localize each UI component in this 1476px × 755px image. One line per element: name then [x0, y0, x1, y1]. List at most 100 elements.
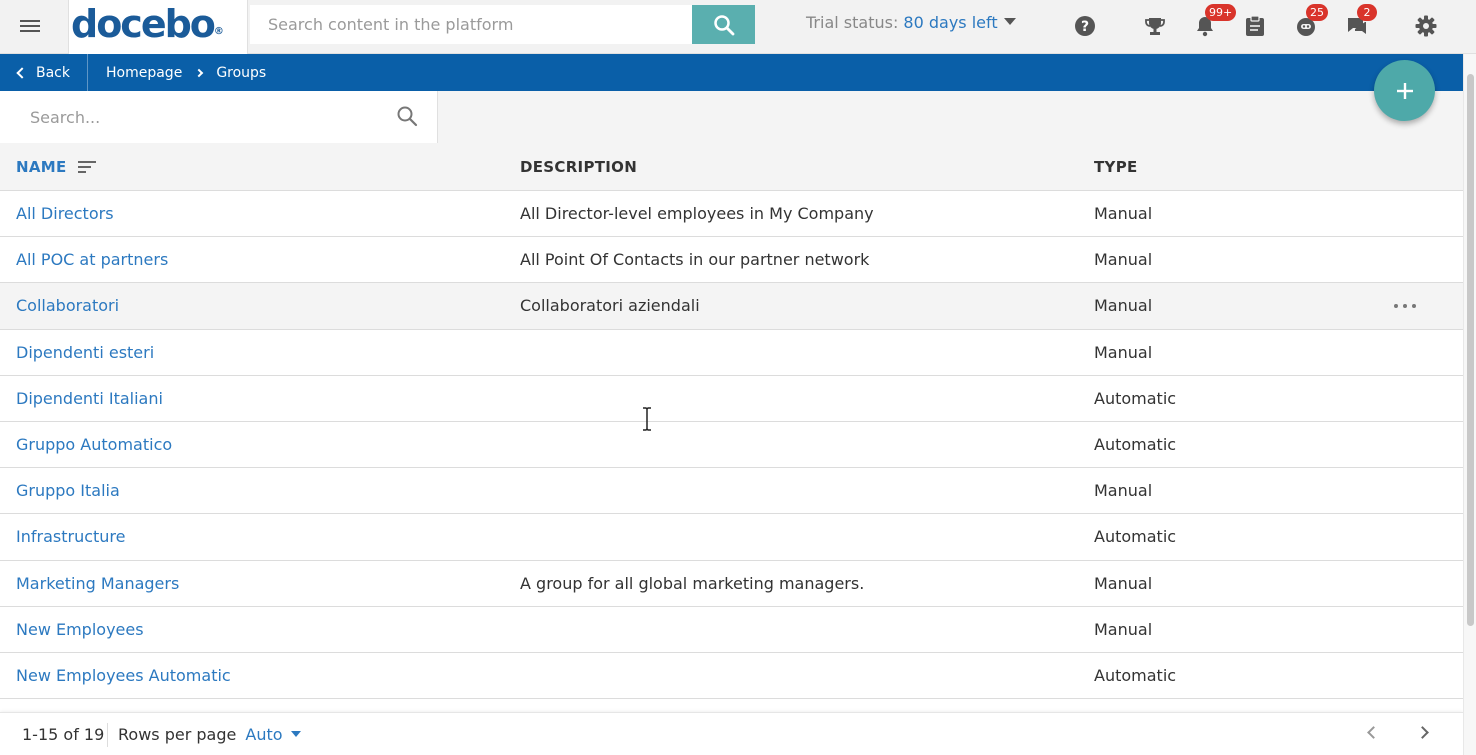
pagination-range: 1-15 of 19: [22, 725, 105, 744]
group-type: Manual: [1094, 619, 1153, 639]
group-name-link[interactable]: New Employees: [16, 607, 144, 653]
coach-button[interactable]: 25: [1292, 4, 1328, 40]
search-icon: [713, 14, 734, 35]
groups-table: NAME DESCRIPTION TYPE All Directors All D…: [0, 143, 1463, 700]
group-type: Manual: [1094, 342, 1153, 362]
trial-days-left: 80 days left: [903, 13, 998, 32]
more-actions-icon[interactable]: [1394, 301, 1416, 311]
global-search-button[interactable]: [692, 5, 755, 44]
rows-per-page-label: Rows per page: [118, 725, 237, 744]
chevron-left-icon: [1367, 726, 1380, 739]
menu-icon[interactable]: [14, 14, 46, 38]
group-type: Automatic: [1094, 388, 1177, 408]
group-type: Manual: [1094, 204, 1153, 223]
trial-status-dropdown[interactable]: Trial status: 80 days left: [806, 13, 1016, 32]
logo-mark: ®: [213, 26, 224, 37]
breadcrumb-bar: Back Homepage Groups: [0, 54, 1463, 91]
table-row[interactable]: Collaboratori Collaboratori aziendali Manu…: [0, 283, 1463, 330]
scrollbar-thumb[interactable]: [1467, 74, 1474, 626]
rows-per-page: Rows per page Auto: [118, 725, 301, 744]
group-type: Manual: [1094, 573, 1153, 593]
group-type: Manual: [1094, 296, 1153, 316]
group-description: All Director-level employees in My Compa…: [520, 204, 874, 223]
rows-per-page-select[interactable]: Auto: [245, 725, 301, 744]
group-type: Automatic: [1094, 527, 1177, 547]
previous-page-button[interactable]: [1366, 726, 1380, 740]
trial-status-label: Trial status:: [806, 13, 904, 32]
column-header-type: TYPE: [1094, 158, 1138, 176]
group-type: Manual: [1094, 250, 1153, 270]
logo: docebo®: [71, 2, 224, 46]
table-row[interactable]: Dipendenti Italiani Automatic: [0, 375, 1463, 422]
group-name-link[interactable]: Infrastructure: [16, 514, 125, 560]
back-label: Back: [36, 64, 70, 81]
table-row[interactable]: Marketing Managers A group for all global…: [0, 560, 1463, 607]
next-page-button[interactable]: [1416, 726, 1430, 740]
add-group-button[interactable]: [1374, 60, 1435, 121]
group-search-container: [0, 91, 438, 143]
clipboard-icon: [1246, 15, 1264, 36]
achievements-button[interactable]: [1141, 12, 1169, 40]
table-body: All Directors All Director-level employee…: [0, 191, 1463, 700]
column-header-description: DESCRIPTION: [520, 158, 638, 176]
group-name-link[interactable]: Collaboratori: [16, 283, 119, 329]
table-row[interactable]: All POC at partners All Point Of Contacts…: [0, 237, 1463, 284]
chevron-left-icon: [16, 66, 28, 79]
group-type: Manual: [1094, 481, 1153, 501]
breadcrumb: Homepage Groups: [106, 54, 266, 91]
vertical-scrollbar[interactable]: [1463, 54, 1476, 755]
group-description: All Point Of Contacts in our partner net…: [520, 250, 870, 270]
logo-text: docebo: [71, 2, 216, 46]
group-name-link[interactable]: All POC at partners: [16, 237, 168, 283]
messages-badge: 2: [1357, 4, 1377, 21]
help-button[interactable]: ?: [1071, 12, 1099, 40]
group-name-link[interactable]: Dipendenti Italiani: [16, 376, 163, 422]
table-row[interactable]: New Employees Manual: [0, 606, 1463, 653]
group-name-link[interactable]: New Employees Automatic: [16, 653, 231, 699]
notifications-button[interactable]: 99+: [1191, 4, 1237, 40]
chevron-right-icon: [1416, 726, 1429, 739]
group-description: Collaboratori aziendali: [520, 296, 700, 316]
back-button[interactable]: Back: [0, 54, 88, 91]
table-row[interactable]: All Directors All Director-level employee…: [0, 191, 1463, 238]
assignments-button[interactable]: [1241, 12, 1269, 40]
logo-container[interactable]: docebo®: [68, 0, 248, 54]
rows-per-page-value: Auto: [245, 725, 283, 744]
notifications-badge: 99+: [1205, 4, 1237, 21]
group-search-input[interactable]: [14, 97, 384, 137]
group-search-button[interactable]: [394, 103, 420, 129]
group-type: Automatic: [1094, 434, 1177, 454]
search-icon: [397, 106, 418, 127]
table-row[interactable]: New Employees Automatic Automatic: [0, 652, 1463, 700]
global-search-input[interactable]: [250, 5, 692, 44]
group-name-link[interactable]: Dipendenti esteri: [16, 330, 154, 376]
footer-divider: [107, 723, 108, 747]
settings-button[interactable]: [1412, 12, 1440, 40]
breadcrumb-homepage[interactable]: Homepage: [106, 65, 182, 81]
sort-icon[interactable]: [78, 161, 96, 173]
gear-icon: [1415, 15, 1437, 37]
messages-button[interactable]: 2: [1343, 4, 1377, 40]
group-name-link[interactable]: Gruppo Italia: [16, 468, 120, 514]
group-description: A group for all global marketing manager…: [520, 573, 865, 593]
table-row[interactable]: Infrastructure Automatic: [0, 514, 1463, 561]
chevron-right-icon: [195, 68, 204, 77]
group-name-link[interactable]: All Directors: [16, 191, 114, 237]
help-icon: ?: [1075, 16, 1095, 36]
group-type: Automatic: [1094, 665, 1177, 685]
filter-bar: [0, 91, 1463, 143]
table-row[interactable]: Gruppo Italia Manual: [0, 468, 1463, 515]
table-row[interactable]: Dipendenti esteri Manual: [0, 329, 1463, 376]
column-header-name[interactable]: NAME: [16, 143, 67, 191]
top-bar: docebo® Trial status: 80 days left ? 99+…: [0, 0, 1476, 54]
plus-icon: [1396, 82, 1413, 99]
coach-badge: 25: [1306, 4, 1328, 21]
table-row[interactable]: Gruppo Automatico Automatic: [0, 421, 1463, 469]
group-name-link[interactable]: Marketing Managers: [16, 561, 179, 607]
group-name-link[interactable]: Gruppo Automatico: [16, 422, 172, 468]
svg-text:?: ?: [1081, 19, 1089, 35]
breadcrumb-groups: Groups: [216, 64, 267, 81]
caret-down-icon: [290, 731, 301, 737]
table-header: NAME DESCRIPTION TYPE: [0, 143, 1463, 191]
caret-down-icon: [1003, 18, 1016, 25]
